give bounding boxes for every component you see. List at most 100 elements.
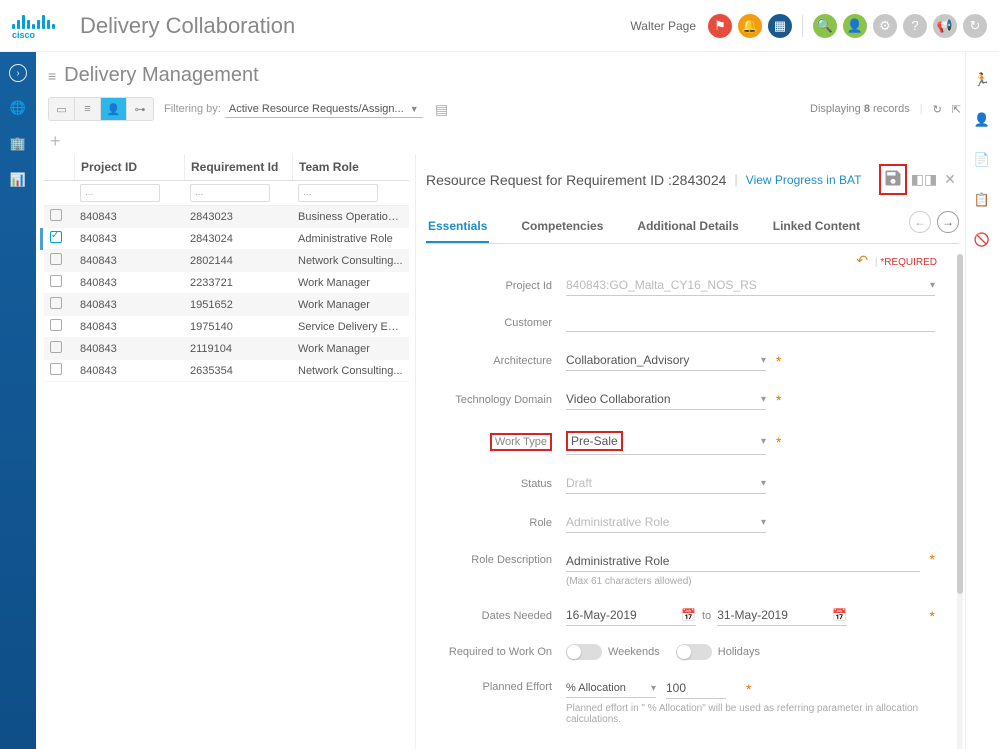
- rn-person-run-icon[interactable]: 🏃: [974, 72, 992, 90]
- col-team-role[interactable]: Team Role: [292, 154, 409, 180]
- page-title: Delivery Management: [64, 64, 259, 87]
- cell-requirement-id: 2635354: [184, 365, 292, 377]
- toggle-weekends[interactable]: [566, 644, 602, 660]
- cell-project-id: 840843: [74, 211, 184, 223]
- calendar-from-icon[interactable]: 📅: [681, 608, 696, 622]
- row-checkbox[interactable]: [50, 363, 62, 375]
- field-planned-mode[interactable]: % Allocation▾: [566, 679, 656, 698]
- calendar-icon[interactable]: ▦: [768, 14, 792, 38]
- calendar-to-icon[interactable]: 📅: [832, 608, 847, 622]
- dates-to-label: to: [702, 610, 711, 622]
- col-project-id[interactable]: Project ID: [74, 154, 184, 180]
- label-status: Status: [430, 478, 552, 490]
- row-checkbox[interactable]: [50, 297, 62, 309]
- gear-icon[interactable]: ⚙: [873, 14, 897, 38]
- field-architecture[interactable]: Collaboration_Advisory▾: [566, 350, 766, 371]
- tab-prev-button[interactable]: ←: [909, 211, 931, 233]
- tab-linked-content[interactable]: Linked Content: [771, 211, 862, 243]
- view-person-button[interactable]: 👤: [101, 98, 127, 120]
- user-name[interactable]: Walter Page: [630, 19, 696, 33]
- table-row[interactable]: 8408432635354Network Consulting...: [44, 360, 409, 382]
- flag-icon[interactable]: ⚑: [708, 14, 732, 38]
- field-date-to[interactable]: 31-May-2019📅: [717, 605, 847, 626]
- field-project-id[interactable]: 840843:GO_Malta_CY16_NOS_RS▾: [566, 275, 935, 296]
- table-row[interactable]: 8408431951652Work Manager: [44, 294, 409, 316]
- close-panel-icon[interactable]: ✕: [941, 171, 959, 189]
- field-role-desc[interactable]: Administrative Role: [566, 551, 920, 572]
- field-planned-value[interactable]: 100: [666, 678, 726, 699]
- filter-requirement-id[interactable]: ...: [190, 184, 270, 202]
- undo-icon[interactable]: ↶: [856, 252, 868, 268]
- label-architecture: Architecture: [430, 355, 552, 367]
- tab-competencies[interactable]: Competencies: [519, 211, 605, 243]
- row-checkbox[interactable]: [50, 319, 62, 331]
- cell-project-id: 840843: [74, 365, 184, 377]
- filter-dropdown[interactable]: Active Resource Requests/Assign...▼: [225, 101, 423, 118]
- layout-toggle-icon[interactable]: ◧◨: [915, 171, 933, 189]
- table-row[interactable]: 8408432843023Business Operation...: [44, 206, 409, 228]
- toggle-holidays[interactable]: [676, 644, 712, 660]
- help-icon[interactable]: ?: [903, 14, 927, 38]
- filter-config-icon[interactable]: ▤: [433, 100, 451, 118]
- field-role[interactable]: Administrative Role▾: [566, 512, 766, 533]
- row-checkbox[interactable]: [50, 253, 62, 265]
- export-icon[interactable]: ⇱: [952, 103, 961, 116]
- panel-title: Resource Request for Requirement ID :284…: [426, 172, 726, 188]
- nav-globe-icon[interactable]: 🌐: [8, 98, 28, 118]
- table-row[interactable]: 8408432843024Administrative Role: [44, 228, 409, 250]
- nav-expand-icon[interactable]: ›: [9, 64, 27, 82]
- save-button-highlight: [879, 164, 907, 195]
- table-row[interactable]: 8408431975140Service Delivery Exe...: [44, 316, 409, 338]
- tab-next-button[interactable]: →: [937, 211, 959, 233]
- label-customer: Customer: [430, 317, 552, 329]
- rn-list-icon[interactable]: 📋: [974, 192, 992, 210]
- search-icon[interactable]: 🔍: [813, 14, 837, 38]
- label-work-type: Work Type: [490, 433, 552, 451]
- field-customer[interactable]: [566, 314, 935, 332]
- label-required-work: Required to Work On: [430, 646, 552, 658]
- add-row-button[interactable]: +: [50, 131, 965, 152]
- row-checkbox[interactable]: [50, 231, 62, 243]
- field-work-type[interactable]: Pre-Sale▾: [566, 428, 766, 455]
- view-card-button[interactable]: ▭: [49, 98, 75, 120]
- cell-team-role: Administrative Role: [292, 233, 409, 245]
- save-icon[interactable]: [883, 168, 903, 188]
- required-star: *: [776, 353, 781, 369]
- user-icon[interactable]: 👤: [843, 14, 867, 38]
- table-row[interactable]: 8408432119104Work Manager: [44, 338, 409, 360]
- cell-team-role: Network Consulting...: [292, 255, 409, 267]
- field-tech-domain[interactable]: Video Collaboration▾: [566, 389, 766, 410]
- view-tree-button[interactable]: ⊶: [127, 98, 153, 120]
- table-row[interactable]: 8408432802144Network Consulting...: [44, 250, 409, 272]
- filter-team-role[interactable]: ...: [298, 184, 378, 202]
- view-list-button[interactable]: ≡: [75, 98, 101, 120]
- helper-role-desc: (Max 61 characters allowed): [566, 576, 920, 587]
- refresh-grid-icon[interactable]: ↻: [933, 103, 942, 116]
- tab-additional-details[interactable]: Additional Details: [635, 211, 740, 243]
- tab-essentials[interactable]: Essentials: [426, 211, 489, 243]
- speaker-icon[interactable]: 📢: [933, 14, 957, 38]
- view-progress-link[interactable]: View Progress in BAT: [746, 173, 862, 187]
- col-requirement-id[interactable]: Requirement Id: [184, 154, 292, 180]
- refresh-icon[interactable]: ↻: [963, 14, 987, 38]
- rn-doc-icon[interactable]: 📄: [974, 152, 992, 170]
- rn-disable-icon[interactable]: 🚫: [974, 232, 992, 250]
- nav-chart-icon[interactable]: 📊: [8, 170, 28, 190]
- row-checkbox[interactable]: [50, 209, 62, 221]
- panel-vertical-scrollbar[interactable]: [957, 254, 963, 749]
- cell-requirement-id: 2843024: [184, 233, 292, 245]
- row-checkbox[interactable]: [50, 341, 62, 353]
- nav-building-icon[interactable]: 🏢: [8, 134, 28, 154]
- cell-team-role: Work Manager: [292, 299, 409, 311]
- field-date-from[interactable]: 16-May-2019📅: [566, 605, 696, 626]
- cell-project-id: 840843: [74, 321, 184, 333]
- cell-requirement-id: 2119104: [184, 343, 292, 355]
- field-status[interactable]: Draft▾: [566, 473, 766, 494]
- bell-icon[interactable]: 🔔: [738, 14, 762, 38]
- row-checkbox[interactable]: [50, 275, 62, 287]
- rn-person-icon[interactable]: 👤: [974, 112, 992, 130]
- label-planned: Planned Effort: [430, 678, 552, 693]
- table-row[interactable]: 8408432233721Work Manager: [44, 272, 409, 294]
- record-count: Displaying 8 records: [810, 103, 910, 115]
- filter-project-id[interactable]: ...: [80, 184, 160, 202]
